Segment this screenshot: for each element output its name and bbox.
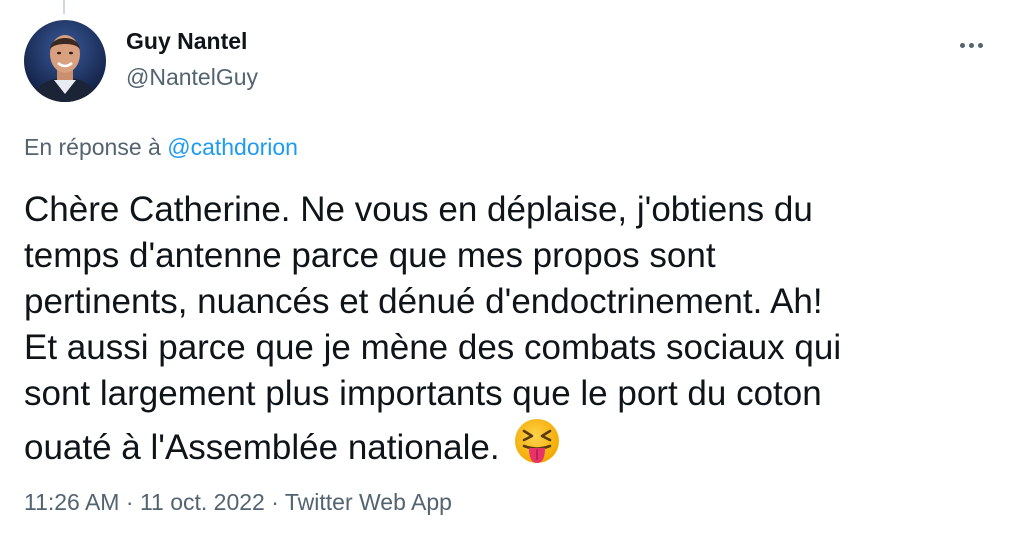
reply-prefix: En réponse à — [24, 134, 168, 160]
more-horizontal-icon-dot — [968, 42, 974, 48]
tweet-text: Chère Catherine. Ne vous en déplaise, j'… — [24, 190, 842, 467]
tweet-date[interactable]: 11 oct. 2022 — [140, 489, 265, 515]
more-horizontal-icon-dot — [977, 42, 983, 48]
tweet-metadata: 11:26 AM · 11 oct. 2022 · Twitter Web Ap… — [24, 489, 452, 516]
author-name[interactable]: Guy Nantel — [126, 28, 247, 55]
reply-mention-link[interactable]: @cathdorion — [167, 134, 298, 160]
thread-connector-line — [63, 0, 65, 14]
tweet-time[interactable]: 11:26 AM — [24, 489, 119, 515]
reply-context: En réponse à @cathdorion — [24, 134, 298, 161]
tweet-body: Chère Catherine. Ne vous en déplaise, j'… — [24, 187, 984, 471]
meta-separator: · — [264, 489, 285, 515]
author-handle[interactable]: @NantelGuy — [126, 64, 258, 91]
more-options-button[interactable] — [948, 28, 994, 62]
tweet-source[interactable]: Twitter Web App — [285, 489, 452, 515]
meta-separator: · — [119, 489, 140, 515]
author-avatar[interactable] — [24, 20, 106, 102]
squinting-face-with-tongue-icon — [514, 419, 559, 463]
avatar-photo — [24, 20, 106, 102]
more-horizontal-icon — [959, 42, 965, 48]
